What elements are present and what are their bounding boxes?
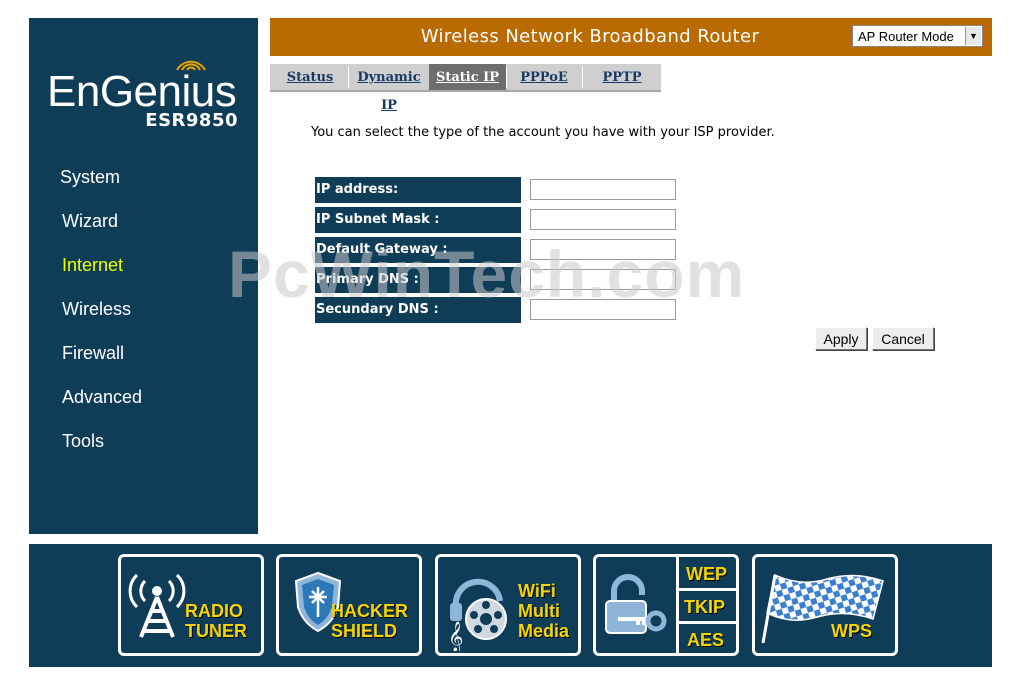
apply-button[interactable]: Apply: [815, 327, 867, 350]
default-gateway-label: Default Gateway :: [315, 237, 521, 263]
ip-address-input[interactable]: [530, 179, 676, 200]
encryption-divider: [679, 588, 736, 591]
sidebar-nav: System Wizard Internet Wireless Firewall…: [29, 164, 258, 472]
hacker-shield-line2: SHIELD: [331, 621, 398, 641]
default-gateway-input[interactable]: [530, 239, 676, 260]
wifi-multimedia-line1: WiFi: [518, 581, 556, 601]
hacker-shield-line1: HACKER: [331, 601, 409, 621]
secondary-dns-label: Secundary DNS :: [315, 297, 521, 323]
sidebar-item-internet[interactable]: Internet: [29, 252, 258, 296]
secondary-dns-input[interactable]: [530, 299, 676, 320]
badge-hacker-shield: HACKER SHIELD: [276, 554, 422, 656]
sidebar-item-system[interactable]: System: [29, 164, 258, 208]
model-name: ESR9850: [145, 110, 238, 131]
encryption-aes: AES: [687, 630, 725, 650]
encryption-divider: [679, 621, 736, 624]
tab-pptp[interactable]: PPTP: [583, 64, 661, 90]
sidebar-item-advanced[interactable]: Advanced: [29, 384, 258, 428]
logo-text: EnGenius: [47, 67, 237, 116]
intro-text: You can select the type of the account y…: [311, 125, 775, 140]
feature-banner: RADIO TUNER HACKER SHIELD 𝄞 WiFi Multi M…: [29, 544, 992, 667]
encryption-tkip: TKIP: [684, 597, 726, 617]
primary-dns-label: Primary DNS :: [315, 267, 521, 293]
badge-wps: WPS: [752, 554, 898, 656]
mode-select-value: AP Router Mode: [858, 29, 954, 44]
multimedia-icon: 𝄞: [448, 578, 507, 651]
sidebar-item-tools[interactable]: Tools: [29, 428, 258, 472]
badge-encryption: WEP TKIP AES: [593, 554, 739, 656]
badge-wifi-multimedia: 𝄞 WiFi Multi Media: [435, 554, 581, 656]
tab-static-ip[interactable]: Static IP: [429, 64, 506, 90]
subnet-mask-input[interactable]: [530, 209, 676, 230]
radio-tuner-line2: TUNER: [185, 621, 247, 641]
lock-key-icon: [605, 574, 667, 634]
dropdown-arrow-icon[interactable]: ▼: [965, 27, 981, 45]
encryption-wep: WEP: [686, 564, 728, 584]
encryption-divider: [676, 557, 679, 653]
tab-dynamic-ip[interactable]: Dynamic IP: [349, 64, 429, 113]
wifi-multimedia-line3: Media: [518, 621, 570, 641]
subnet-mask-label: IP Subnet Mask :: [315, 207, 521, 233]
wifi-multimedia-line2: Multi: [518, 601, 560, 621]
radio-tower-icon: [128, 573, 186, 638]
radio-tuner-line1: RADIO: [185, 601, 243, 621]
page-title: Wireless Network Broadband Router: [420, 26, 760, 47]
tab-pppoe[interactable]: PPPoE: [507, 64, 581, 90]
svg-text:𝄞: 𝄞: [448, 621, 463, 651]
sidebar-item-firewall[interactable]: Firewall: [29, 340, 258, 384]
badge-radio-tuner: RADIO TUNER: [118, 554, 264, 656]
sidebar: EnGenius ESR9850 System Wizard Internet …: [29, 18, 258, 534]
tab-bar: Status Dynamic IP Static IP PPPoE PPTP: [270, 64, 661, 113]
ip-address-label: IP address:: [315, 177, 521, 203]
primary-dns-input[interactable]: [530, 269, 676, 290]
sidebar-item-wireless[interactable]: Wireless: [29, 296, 258, 340]
cancel-button[interactable]: Cancel: [872, 327, 934, 350]
brand-logo: EnGenius ESR9850: [29, 18, 258, 158]
tab-status[interactable]: Status: [278, 64, 342, 90]
wps-label: WPS: [831, 621, 873, 641]
header-bar: Wireless Network Broadband Router AP Rou…: [270, 18, 992, 56]
sidebar-item-wizard[interactable]: Wizard: [29, 208, 258, 252]
mode-select[interactable]: AP Router Mode ▼: [852, 25, 983, 47]
